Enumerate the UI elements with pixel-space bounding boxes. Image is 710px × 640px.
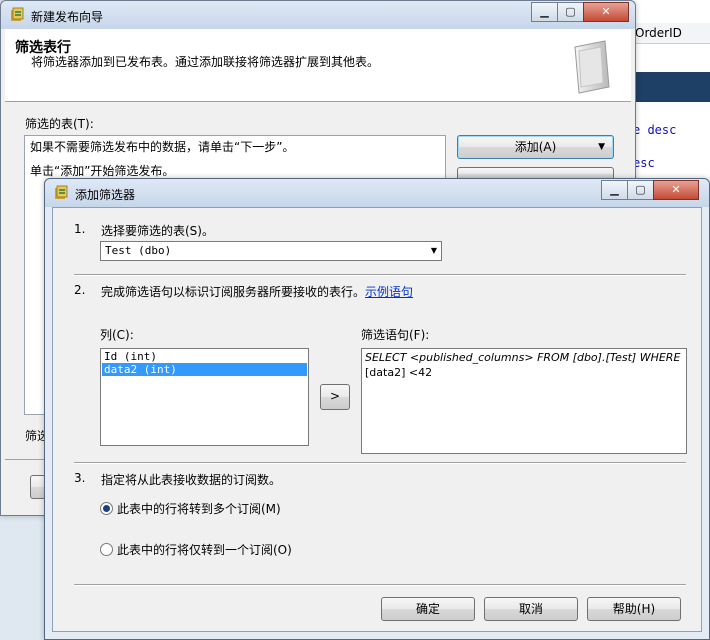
radio-multiple-subscriptions[interactable] bbox=[100, 502, 113, 515]
wizard-app-icon bbox=[11, 7, 24, 21]
editor-band bbox=[632, 72, 710, 102]
page-subtitle: 将筛选器添加到已发布表。通过添加联接将筛选器扩展到其他表。 bbox=[31, 55, 380, 69]
statement-line: [data2] <42 bbox=[365, 366, 433, 379]
dialog-titlebar[interactable]: 添加筛选器 ▁ ▢ ✕ bbox=[45, 179, 709, 207]
help-button[interactable]: 帮助(H) bbox=[587, 597, 681, 621]
maximize-button[interactable]: ▢ bbox=[627, 180, 654, 200]
close-button[interactable]: ✕ bbox=[583, 2, 629, 22]
add-button-label: 添加(A) bbox=[514, 140, 557, 154]
maximize-button[interactable]: ▢ bbox=[557, 2, 584, 22]
close-button[interactable]: ✕ bbox=[653, 180, 699, 200]
filtered-tables-label: 筛选的表(T): bbox=[25, 117, 94, 131]
chevron-down-icon: ▼ bbox=[430, 246, 437, 255]
radio-single-subscription[interactable] bbox=[100, 543, 113, 556]
example-statement-link[interactable]: 示例语句 bbox=[365, 285, 413, 299]
cancel-button[interactable]: 取消 bbox=[484, 597, 578, 621]
step3-label: 指定将从此表接收数据的订阅数。 bbox=[101, 473, 282, 487]
list-item: 单击“添加”开始筛选发布。 bbox=[30, 164, 175, 178]
insert-column-button[interactable]: > bbox=[320, 384, 350, 410]
step2-label: 完成筛选语句以标识订阅服务器所要接收的表行。示例语句 bbox=[101, 283, 413, 300]
table-select-value: Test (dbo) bbox=[105, 244, 172, 257]
add-filter-button[interactable]: 添加(A) ▼ bbox=[457, 135, 614, 159]
divider bbox=[74, 274, 686, 276]
dialog-title: 添加筛选器 bbox=[75, 188, 136, 202]
dialog-body: 1. 选择要筛选的表(S)。 Test (dbo) ▼ 2. 完成筛选语句以标识… bbox=[52, 207, 702, 632]
statement-line: SELECT <published_columns> FROM [dbo].[T… bbox=[365, 351, 681, 364]
step2-number: 2. bbox=[74, 283, 86, 297]
step2-text: 完成筛选语句以标识订阅服务器所要接收的表行。 bbox=[101, 285, 366, 299]
column-item[interactable]: Id (int) bbox=[102, 350, 307, 363]
step1-number: 1. bbox=[74, 222, 86, 236]
minimize-button[interactable]: ▁ bbox=[601, 180, 628, 200]
columns-list[interactable]: Id (int) data2 (int) bbox=[100, 348, 309, 446]
step1-label: 选择要筛选的表(S)。 bbox=[101, 224, 214, 238]
grid-column-header: OrderID bbox=[632, 23, 710, 44]
code-line: esc bbox=[633, 156, 655, 170]
dropdown-arrow-icon: ▼ bbox=[598, 142, 605, 152]
wizard-title: 新建发布向导 bbox=[31, 10, 104, 24]
code-line: e desc bbox=[633, 123, 677, 137]
statement-label: 筛选语句(F): bbox=[361, 328, 430, 342]
columns-label: 列(C): bbox=[100, 328, 134, 342]
ok-button[interactable]: 确定 bbox=[381, 597, 475, 621]
step3-number: 3. bbox=[74, 471, 86, 485]
divider bbox=[74, 584, 686, 586]
radio-multiple-label[interactable]: 此表中的行将转到多个订阅(M) bbox=[117, 500, 281, 517]
filter-statement-textarea[interactable]: SELECT <published_columns> FROM [dbo].[T… bbox=[361, 348, 687, 454]
minimize-button[interactable]: ▁ bbox=[531, 2, 558, 22]
wizard-titlebar[interactable]: 新建发布向导 ▁ ▢ ✕ bbox=[1, 1, 635, 29]
list-item: 如果不需要筛选发布中的数据，请单击“下一步”。 bbox=[30, 140, 295, 154]
dialog-app-icon bbox=[55, 185, 68, 199]
table-select[interactable]: Test (dbo) ▼ bbox=[100, 241, 442, 261]
radio-single-label[interactable]: 此表中的行将仅转到一个订阅(O) bbox=[117, 541, 292, 558]
divider bbox=[74, 462, 686, 464]
column-item-selected[interactable]: data2 (int) bbox=[102, 363, 307, 376]
add-filter-dialog: 添加筛选器 ▁ ▢ ✕ 1. 选择要筛选的表(S)。 Test (dbo) ▼ … bbox=[44, 178, 710, 640]
wizard-header-panel: 筛选表行 将筛选器添加到已发布表。通过添加联接将筛选器扩展到其他表。 bbox=[5, 29, 631, 102]
wizard-banner-graphic bbox=[574, 40, 610, 94]
